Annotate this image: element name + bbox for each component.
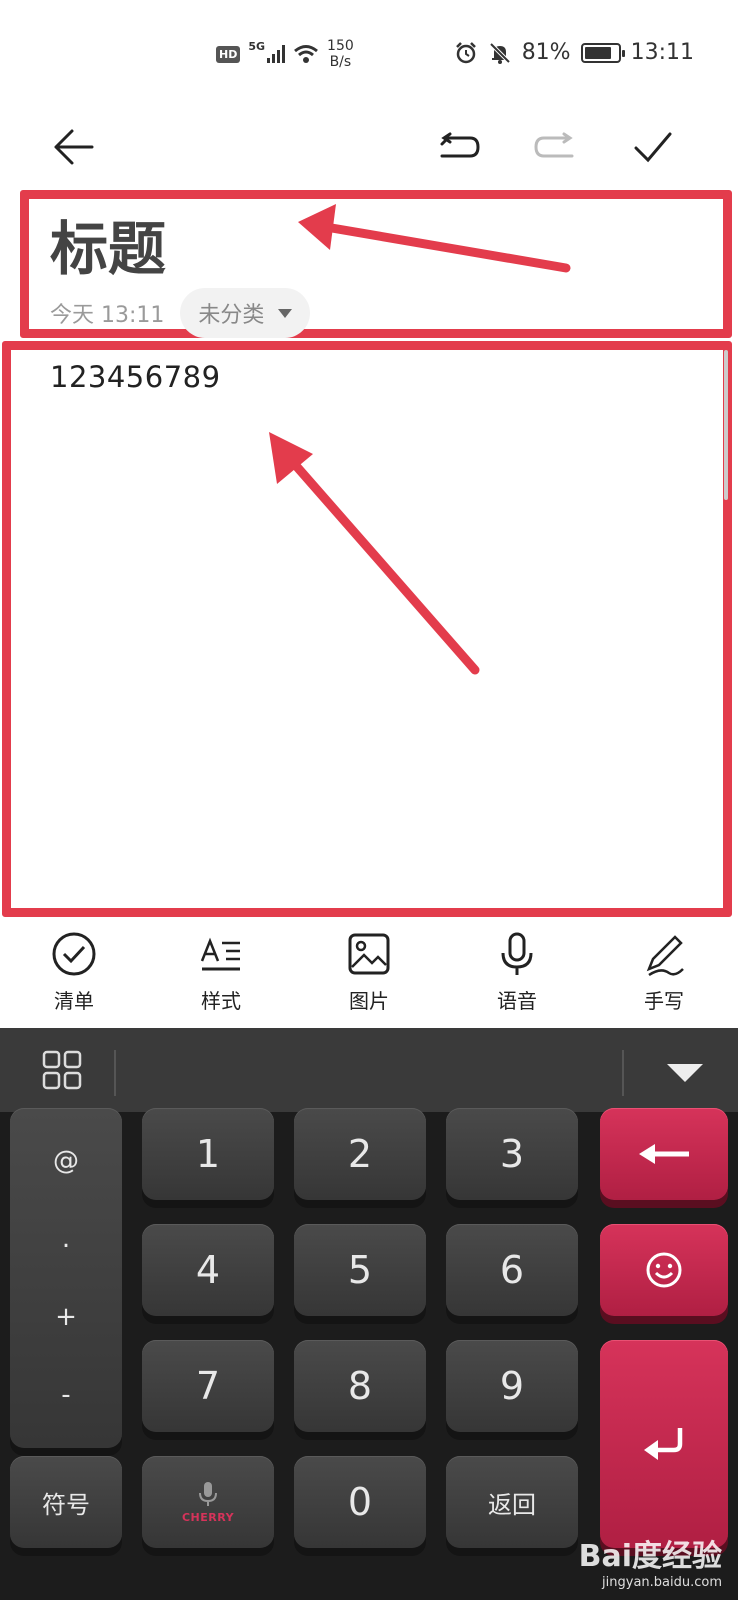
baidu-watermark: Bai度经验 jingyan.baidu.com — [579, 1531, 722, 1590]
watermark-url: jingyan.baidu.com — [602, 1575, 722, 1590]
grid-menu-icon[interactable] — [42, 1050, 82, 1090]
key-3[interactable]: 3 — [446, 1108, 578, 1200]
note-body-input[interactable]: 123456789 — [50, 360, 221, 394]
category-label: 未分类 — [198, 303, 265, 328]
annotation-arrow-title — [298, 204, 571, 273]
key-plus: + — [55, 1302, 77, 1332]
hd-badge: HD — [216, 45, 241, 63]
tool-label: 语音 — [497, 989, 537, 1013]
speed-unit: B/s — [329, 54, 352, 70]
tool-label: 样式 — [201, 989, 241, 1013]
scrollbar[interactable] — [724, 350, 728, 500]
key-2[interactable]: 2 — [294, 1108, 426, 1200]
insert-toolbar: 清单 样式 图片 语音 手写 — [0, 925, 738, 1025]
key-at: @ — [53, 1146, 79, 1176]
microphone-icon — [199, 1481, 217, 1506]
network-speed: 150 B/s — [327, 38, 354, 70]
divider — [114, 1050, 116, 1096]
symbol-column-key[interactable]: @ . + - — [10, 1108, 122, 1448]
tool-voice[interactable]: 语音 — [457, 925, 577, 1014]
alarm-icon — [455, 41, 476, 63]
redo-icon[interactable] — [530, 122, 580, 172]
enter-key[interactable] — [600, 1340, 728, 1548]
backspace-key[interactable] — [600, 1108, 728, 1200]
key-0[interactable]: 0 — [294, 1456, 426, 1548]
tool-handwriting[interactable]: 手写 — [604, 925, 724, 1014]
divider — [622, 1050, 624, 1096]
tool-checklist[interactable]: 清单 — [14, 925, 134, 1014]
checklist-icon — [52, 932, 96, 976]
watermark-brand: Bai度经验 — [578, 1539, 722, 1574]
back-key[interactable]: 返回 — [446, 1456, 578, 1548]
key-9[interactable]: 9 — [446, 1340, 578, 1432]
checkmark-icon[interactable] — [628, 122, 678, 172]
key-dot: . — [61, 1224, 71, 1254]
keyboard-top-bar — [0, 1028, 738, 1112]
status-bar: HD 5G 150 B/s 81% 13:11 — [0, 0, 738, 100]
numeric-keyboard: @ . + - 1 2 3 4 5 6 7 8 9 符号 CHERRY 0 返回 — [0, 1028, 738, 1600]
cherry-logo: CHERRY — [181, 1510, 235, 1524]
note-meta: 今天 13:11 未分类 — [50, 288, 311, 338]
editor-toolbar — [0, 112, 738, 182]
note-date: 今天 13:11 — [50, 303, 165, 328]
arrow-left-icon[interactable] — [48, 122, 98, 172]
mute-bell-icon — [489, 42, 511, 64]
key-5[interactable]: 5 — [294, 1224, 426, 1316]
status-right: 81% 13:11 — [454, 40, 694, 65]
symbol-key[interactable]: 符号 — [10, 1456, 122, 1548]
tool-label: 清单 — [54, 989, 94, 1013]
wifi-icon — [294, 45, 318, 63]
key-6[interactable]: 6 — [446, 1224, 578, 1316]
category-dropdown[interactable]: 未分类 — [180, 288, 311, 338]
key-8[interactable]: 8 — [294, 1340, 426, 1432]
smiley-icon — [646, 1252, 682, 1288]
undo-icon[interactable] — [434, 122, 484, 172]
battery-icon — [580, 42, 625, 63]
tool-style[interactable]: 样式 — [161, 925, 281, 1014]
text-style-icon — [200, 937, 240, 971]
status-time: 13:11 — [630, 40, 694, 65]
key-4[interactable]: 4 — [142, 1224, 274, 1316]
status-left: HD 5G 150 B/s — [216, 38, 354, 70]
emoji-key[interactable] — [600, 1224, 728, 1316]
image-icon — [348, 933, 390, 975]
key-1[interactable]: 1 — [142, 1108, 274, 1200]
key-7[interactable]: 7 — [142, 1340, 274, 1432]
tool-label: 图片 — [349, 989, 389, 1013]
microphone-icon — [501, 932, 533, 975]
caret-down-icon — [278, 308, 293, 318]
note-title-input[interactable]: 标题 — [50, 202, 166, 286]
voice-key[interactable]: CHERRY — [142, 1456, 274, 1548]
backspace-arrow-icon — [639, 1144, 689, 1164]
speed-value: 150 — [327, 38, 354, 54]
key-minus: - — [61, 1380, 71, 1410]
annotation-arrow-body — [269, 432, 480, 675]
signal-icon — [267, 45, 286, 63]
tool-image[interactable]: 图片 — [309, 925, 429, 1014]
battery-percent: 81% — [521, 40, 571, 65]
tool-label: 手写 — [644, 989, 684, 1013]
enter-arrow-icon — [644, 1428, 683, 1460]
pen-icon — [646, 935, 684, 977]
network-type: 5G — [248, 39, 266, 53]
collapse-keyboard-icon[interactable] — [665, 1062, 705, 1084]
